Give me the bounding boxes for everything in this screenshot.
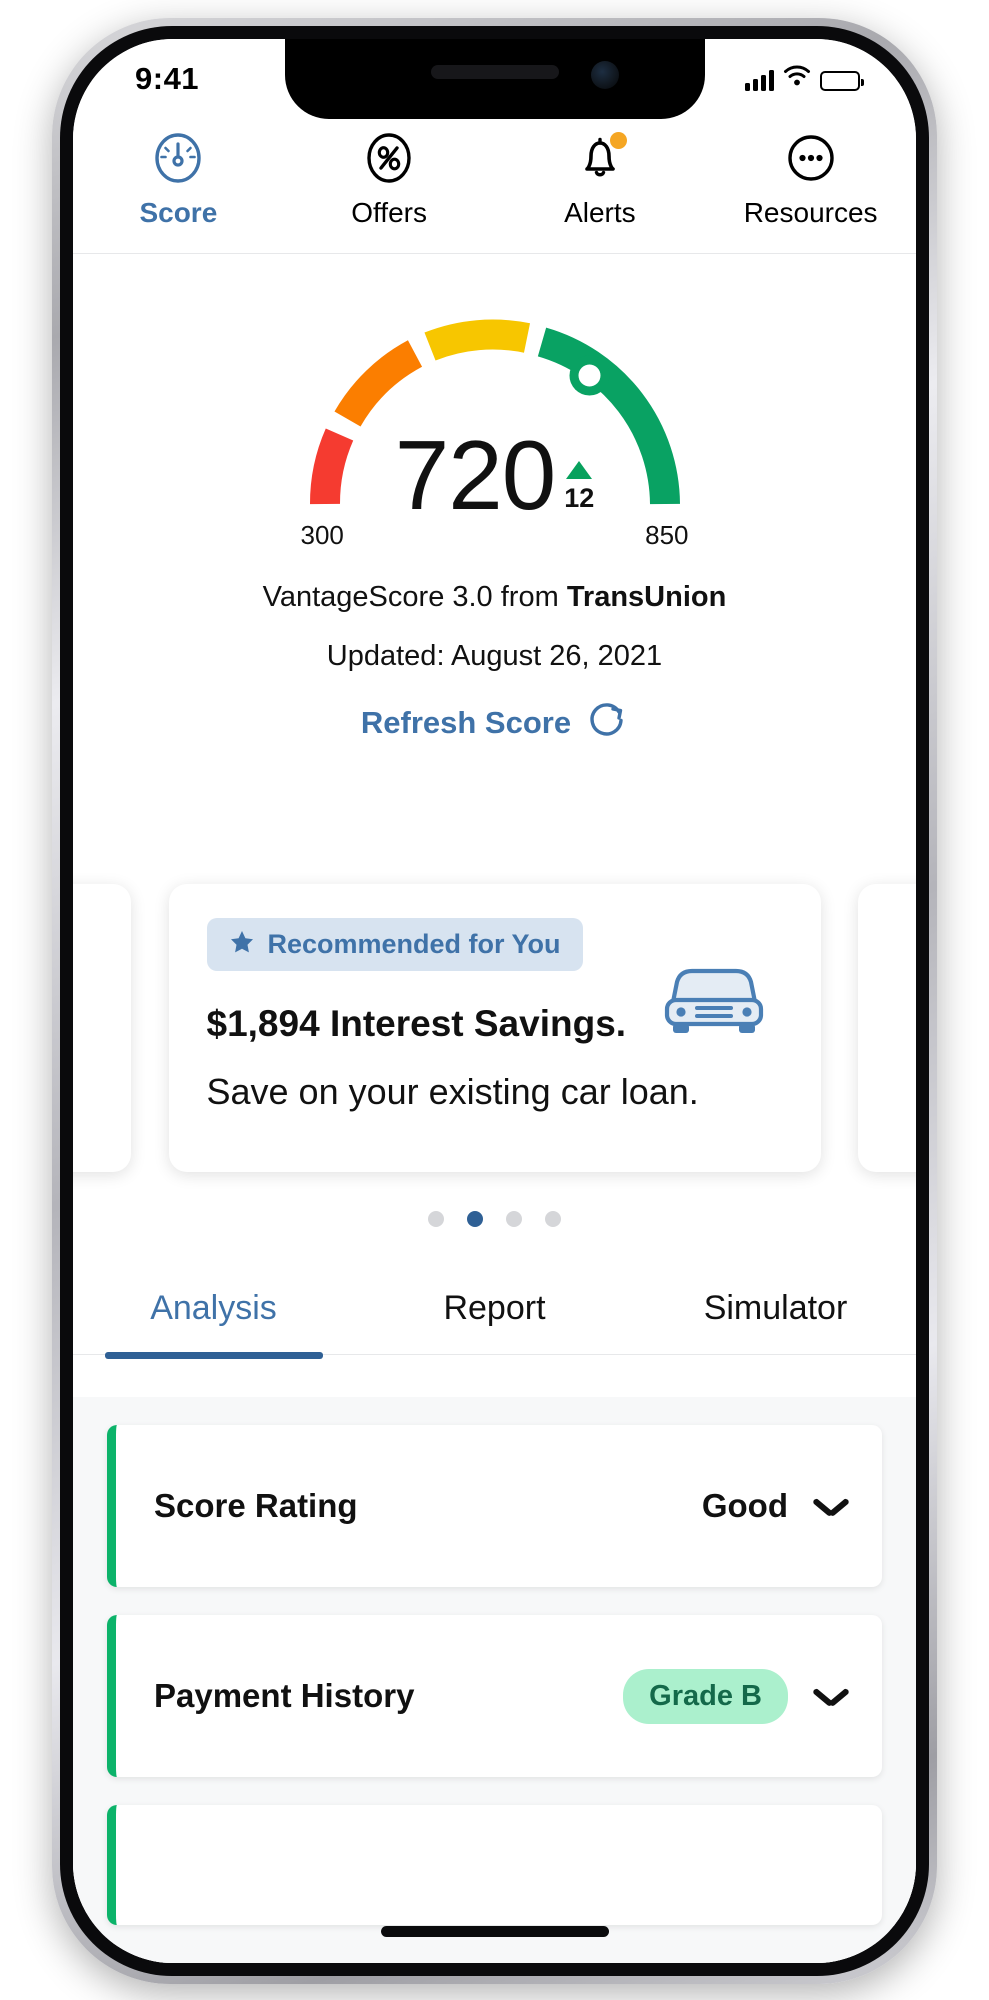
- tab-simulator[interactable]: Simulator: [635, 1289, 916, 1354]
- recommended-badge-label: Recommended for You: [267, 929, 561, 959]
- score-source-bureau: TransUnion: [566, 581, 727, 613]
- ellipsis-icon: [784, 131, 838, 185]
- grade-badge: Grade B: [623, 1668, 788, 1724]
- nav-label-resources: Resources: [743, 197, 878, 228]
- analysis-row-value: Good: [701, 1487, 788, 1524]
- delta-up-arrow-icon: [566, 461, 593, 479]
- credit-score-section: 720 12 300 850 VantageScore 3.0 from Tra…: [73, 284, 916, 746]
- nav-item-score[interactable]: Score: [73, 131, 284, 229]
- bell-icon: [573, 131, 627, 185]
- speedometer-icon: [151, 131, 205, 185]
- nav-item-offers[interactable]: Offers: [284, 131, 495, 229]
- gauge-range-labels: 300 850: [295, 520, 695, 554]
- score-source-prefix: VantageScore 3.0 from: [262, 581, 567, 613]
- gauge-min-label: 300: [300, 520, 344, 550]
- analysis-row-payment-history[interactable]: Payment History Grade B: [107, 1615, 882, 1777]
- offer-card-previous[interactable]: [73, 884, 131, 1172]
- offer-card-next[interactable]: [858, 884, 916, 1172]
- offers-carousel[interactable]: Recommended for You $1,894 Interest Savi…: [73, 884, 916, 1184]
- carousel-dot-3[interactable]: [506, 1211, 522, 1227]
- score-updated-date: Updated: August 26, 2021: [326, 640, 663, 672]
- alert-badge-dot: [609, 132, 627, 149]
- tab-analysis[interactable]: Analysis: [73, 1289, 354, 1354]
- offer-subtitle: Save on your existing car loan.: [206, 1071, 699, 1112]
- car-icon: [655, 944, 773, 1041]
- score-source: VantageScore 3.0 from TransUnion: [263, 581, 727, 614]
- section-tabs: Analysis Report Simulator: [73, 1289, 916, 1355]
- chevron-down-icon[interactable]: [814, 1497, 848, 1516]
- credit-score-gauge: 720 12: [295, 284, 695, 530]
- offer-card-active[interactable]: Recommended for You $1,894 Interest Savi…: [168, 884, 821, 1172]
- analysis-row-label: Score Rating: [154, 1487, 358, 1524]
- score-delta: 12: [564, 461, 594, 514]
- front-camera: [590, 61, 619, 89]
- dynamic-island-notch: [284, 39, 705, 119]
- nav-label-alerts: Alerts: [564, 197, 636, 228]
- tab-report[interactable]: Report: [354, 1289, 635, 1354]
- nav-item-alerts[interactable]: Alerts: [495, 131, 706, 229]
- score-value: 720: [394, 419, 557, 530]
- refresh-score-label: Refresh Score: [360, 704, 572, 740]
- carousel-pagination: [73, 1211, 916, 1227]
- home-indicator[interactable]: [380, 1926, 609, 1937]
- nav-item-resources[interactable]: Resources: [705, 131, 916, 229]
- gauge-max-label: 850: [645, 520, 689, 550]
- percent-icon: [362, 131, 416, 185]
- analysis-row-partial[interactable]: [107, 1805, 882, 1925]
- analysis-row-right: Good: [702, 1487, 848, 1525]
- carousel-dot-4[interactable]: [545, 1211, 561, 1227]
- top-navigation: Score Offers Alerts Resources: [73, 131, 916, 254]
- refresh-score-button[interactable]: Refresh Score: [361, 699, 628, 746]
- analysis-row-score-rating[interactable]: Score Rating Good: [107, 1425, 882, 1587]
- chevron-down-icon[interactable]: [814, 1687, 848, 1706]
- nav-label-offers: Offers: [351, 197, 427, 228]
- delta-value: 12: [564, 483, 595, 513]
- analysis-list: Score Rating Good Payment History Grade …: [73, 1397, 916, 1963]
- carousel-dot-1[interactable]: [428, 1211, 444, 1227]
- phone-screen: Score Offers Alerts Resources 720 12 300…: [73, 39, 916, 1963]
- recommended-badge: Recommended for You: [206, 918, 583, 971]
- carousel-dot-2[interactable]: [467, 1211, 483, 1227]
- refresh-circle-icon: [586, 699, 628, 746]
- analysis-row-label: Payment History: [154, 1677, 415, 1714]
- earpiece-speaker: [430, 65, 559, 79]
- credit-score-app: Score Offers Alerts Resources 720 12 300…: [73, 39, 916, 1963]
- star-icon: [229, 929, 255, 960]
- analysis-row-right: Grade B: [623, 1668, 848, 1724]
- score-readout: 720 12: [295, 419, 695, 530]
- nav-label-score: Score: [139, 197, 218, 228]
